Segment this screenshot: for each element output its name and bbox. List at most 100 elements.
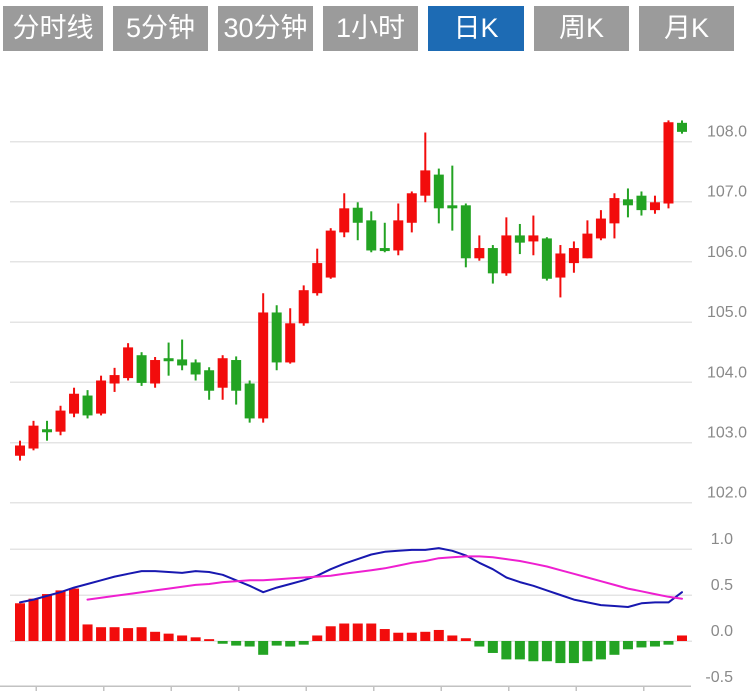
- tab-monthly-k[interactable]: 月K: [639, 6, 734, 51]
- macd-bar: [461, 638, 471, 641]
- candle: [488, 245, 498, 284]
- macd-bar: [110, 627, 120, 641]
- time-axis: [0, 686, 691, 691]
- macd-bar: [474, 641, 484, 647]
- macd-bar: [380, 629, 390, 641]
- macd-bar: [218, 641, 228, 644]
- price-axis-labels: 108.0107.0106.0105.0104.0103.0102.0: [707, 124, 747, 502]
- candle: [555, 245, 565, 297]
- candle: [650, 196, 660, 214]
- candle: [245, 380, 255, 422]
- price-axis-label: 104.0: [707, 364, 747, 381]
- macd-bar: [555, 641, 565, 663]
- macd-bar: [542, 641, 552, 661]
- macd-bar: [420, 632, 430, 641]
- macd-bar: [677, 635, 687, 641]
- macd-bar: [191, 637, 201, 641]
- candle: [420, 132, 430, 202]
- candle: [83, 390, 93, 418]
- macd-axis-label: -0.5: [705, 669, 733, 686]
- candle: [542, 237, 552, 280]
- candle: [150, 357, 160, 388]
- interval-tabbar: 分时线5分钟30分钟1小时日K周K月K: [3, 6, 734, 51]
- macd-bar: [488, 641, 498, 653]
- candle: [353, 202, 363, 240]
- macd-bar: [393, 633, 403, 641]
- dif-line: [20, 548, 682, 607]
- candle: [42, 421, 52, 441]
- candle: [69, 388, 79, 417]
- candle: [569, 241, 579, 272]
- candle: [15, 441, 25, 461]
- macd-axis-label: 0.0: [711, 623, 733, 640]
- macd-bar: [663, 641, 673, 645]
- candle: [218, 355, 228, 400]
- tab-daily-k[interactable]: 日K: [428, 6, 524, 51]
- candle: [123, 343, 133, 380]
- macd-histogram-layer: [15, 589, 687, 664]
- tab-30min[interactable]: 30分钟: [218, 6, 313, 51]
- macd-bar: [150, 632, 160, 641]
- price-axis-label: 103.0: [707, 425, 747, 442]
- macd-axis-label: 0.5: [711, 577, 733, 594]
- macd-bar: [204, 639, 214, 641]
- macd-bar: [96, 627, 106, 641]
- candle: [582, 220, 592, 258]
- candle: [29, 421, 39, 450]
- macd-bar: [582, 641, 592, 661]
- candle: [609, 193, 619, 238]
- tab-time-line[interactable]: 分时线: [3, 6, 103, 51]
- candle: [137, 352, 147, 386]
- price-gridlines: [10, 142, 692, 503]
- candle: [164, 343, 174, 376]
- candle: [96, 376, 106, 416]
- candles-layer: [15, 120, 687, 460]
- price-axis-label: 106.0: [707, 244, 747, 261]
- candle: [312, 249, 322, 296]
- macd-bar: [42, 594, 52, 641]
- macd-bar: [245, 641, 255, 647]
- candle: [515, 224, 525, 254]
- macd-bar: [596, 641, 606, 659]
- macd-bar: [258, 641, 268, 655]
- macd-bar: [123, 628, 133, 641]
- candle: [393, 204, 403, 256]
- macd-bar: [164, 634, 174, 641]
- macd-bar: [272, 641, 282, 646]
- tab-weekly-k[interactable]: 周K: [534, 6, 629, 51]
- macd-axis-labels: 1.00.50.0-0.5: [705, 531, 733, 686]
- macd-bar: [177, 635, 187, 641]
- macd-bar: [353, 624, 363, 641]
- macd-bar: [623, 641, 633, 649]
- price-axis-label: 105.0: [707, 304, 747, 321]
- candle: [434, 169, 444, 224]
- macd-bar: [69, 589, 79, 641]
- candle: [204, 367, 214, 400]
- candle: [177, 340, 187, 371]
- candle: [191, 359, 201, 380]
- candle: [339, 193, 349, 237]
- macd-bar: [609, 641, 619, 655]
- candle: [56, 406, 66, 435]
- candle: [326, 228, 336, 279]
- macd-bar: [636, 641, 646, 647]
- macd-bar: [501, 641, 511, 659]
- macd-bar: [83, 624, 93, 641]
- macd-bar: [447, 635, 457, 641]
- kline-macd-chart[interactable]: 108.0107.0106.0105.0104.0103.0102.0 1.00…: [0, 0, 754, 691]
- macd-bar: [299, 641, 309, 645]
- candle: [285, 308, 295, 363]
- macd-bar: [339, 624, 349, 641]
- candle: [623, 188, 633, 217]
- macd-bar: [515, 641, 525, 659]
- macd-bar: [326, 626, 336, 641]
- price-axis-label: 108.0: [707, 124, 747, 141]
- macd-bar: [15, 603, 25, 641]
- tab-5min[interactable]: 5分钟: [113, 6, 208, 51]
- price-axis-label: 102.0: [707, 485, 747, 502]
- tab-1hour[interactable]: 1小时: [323, 6, 418, 51]
- candle: [636, 191, 646, 215]
- candle: [231, 356, 241, 404]
- candle: [407, 191, 417, 232]
- macd-bar: [650, 641, 660, 647]
